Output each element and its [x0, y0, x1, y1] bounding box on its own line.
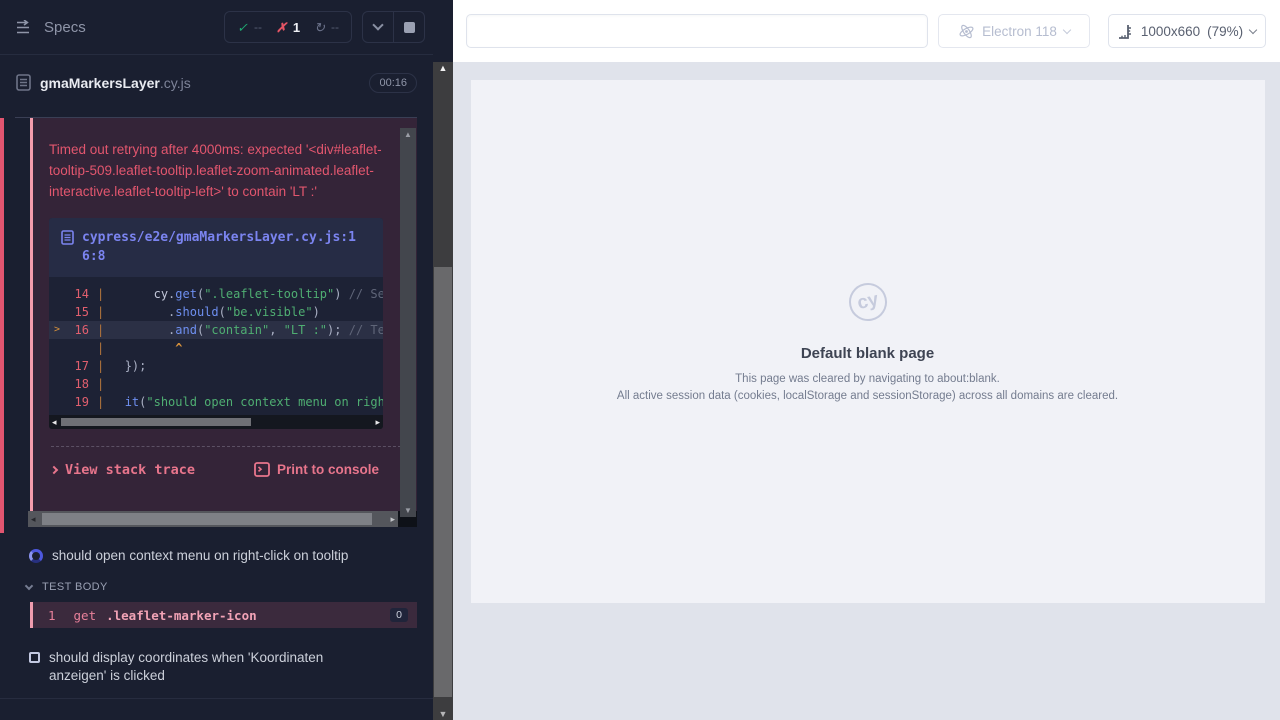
command-log-row[interactable]: 1 get .leaflet-marker-icon 0 [30, 602, 417, 628]
stat-failed: ✗ 1 [276, 20, 300, 35]
reporter-header: Specs ✓ -- ✗ 1 ↻ -- [0, 0, 433, 55]
error-hscrollbar-thumb[interactable] [42, 513, 372, 525]
url-input[interactable] [466, 14, 928, 48]
scroll-down-icon[interactable]: ▼ [400, 506, 416, 515]
divider [0, 698, 433, 699]
code-frame: cypress/e2e/gmaMarkersLayer.cy.js:16:8 1… [49, 218, 383, 429]
sidebar-scrollbar[interactable]: ▲ ▼ [433, 62, 453, 720]
code-scrollbar-thumb[interactable] [61, 418, 251, 426]
file-icon [61, 230, 74, 267]
scroll-right-icon[interactable]: ▸ [390, 511, 395, 527]
scroll-up-icon[interactable]: ▲ [433, 63, 453, 73]
error-horizontal-scrollbar[interactable]: ◂ ▸ [28, 511, 398, 527]
scroll-left-icon[interactable]: ◂ [31, 511, 36, 527]
scroll-left-icon[interactable]: ◂ [52, 415, 57, 429]
command-method: get [74, 608, 97, 623]
test-title: should display coordinates when 'Koordin… [49, 649, 379, 685]
running-spinner-icon [29, 549, 43, 563]
code-frame-header[interactable]: cypress/e2e/gmaMarkersLayer.cy.js:16:8 [49, 218, 383, 277]
test-title: should open context menu on right-click … [52, 547, 382, 565]
command-count-badge: 0 [390, 608, 408, 622]
test-row-running[interactable]: should open context menu on right-click … [0, 547, 433, 565]
restart-icon: ↻ [314, 21, 325, 34]
code-frame-file-link[interactable]: cypress/e2e/gmaMarkersLayer.cy.js:16:8 [82, 228, 371, 267]
chevron-down-icon [1249, 25, 1257, 33]
error-actions: View stack trace Print to console [49, 447, 403, 478]
test-stats: ✓ -- ✗ 1 ↻ -- [224, 11, 352, 43]
chevron-down-icon [372, 19, 383, 30]
scroll-down-icon[interactable]: ▼ [433, 709, 453, 719]
browser-select-button[interactable]: Electron 118 [938, 14, 1090, 48]
spec-file-icon [16, 74, 31, 91]
browser-pane: Electron 118 1000x660 (79%) cy Default b… [453, 0, 1280, 720]
test-row-pending[interactable]: should display coordinates when 'Koordin… [0, 649, 433, 685]
cypress-app: Specs ✓ -- ✗ 1 ↻ -- [0, 0, 1280, 720]
check-icon: ✓ [237, 21, 248, 34]
failed-attempt-indicator [0, 118, 4, 533]
stat-pending: ↻ -- [314, 20, 339, 34]
blank-page-title: Default blank page [471, 345, 1265, 362]
code-lines: 14| cy.get(".leaflet-tooltip") // Sele15… [49, 277, 383, 415]
test-body-toggle[interactable]: TEST BODY [0, 581, 433, 593]
spec-extension: .cy.js [160, 75, 191, 91]
electron-icon [958, 23, 975, 40]
stat-passed: ✓ -- [237, 20, 262, 34]
failed-attempt-region: Timed out retrying after 4000ms: expecte… [0, 110, 433, 535]
blank-page-line1: This page was cleared by navigating to a… [471, 373, 1265, 385]
reporter-content: Specs ✓ -- ✗ 1 ↻ -- [0, 0, 433, 720]
viewport-scale-label: (79%) [1207, 24, 1243, 39]
view-stack-trace-link[interactable]: View stack trace [51, 462, 195, 478]
print-to-console-button[interactable]: Print to console [254, 462, 379, 477]
run-controls [362, 11, 425, 43]
chevron-right-icon [50, 466, 58, 474]
browser-label: Electron 118 [982, 24, 1057, 39]
code-horizontal-scrollbar[interactable]: ◂ ▸ [49, 415, 383, 429]
x-icon: ✗ [276, 21, 287, 34]
chevron-down-icon [1063, 25, 1071, 33]
error-vertical-scrollbar[interactable]: ▲ ▼ [400, 128, 416, 517]
aut-viewport: cy Default blank page This page was clea… [471, 80, 1265, 603]
spec-name: gmaMarkersLayer [40, 75, 160, 91]
spec-row[interactable]: gmaMarkersLayer.cy.js 00:16 [0, 55, 433, 110]
chevron-down-icon [25, 581, 33, 589]
terminal-icon [254, 462, 270, 477]
command-target: .leaflet-marker-icon [106, 608, 257, 623]
reporter-sidebar: Specs ✓ -- ✗ 1 ↻ -- [0, 0, 453, 720]
command-number: 1 [48, 608, 56, 623]
scroll-up-icon[interactable]: ▲ [400, 130, 416, 139]
viewport-size-label: 1000x660 [1141, 24, 1200, 39]
blank-page-line2: All active session data (cookies, localS… [471, 390, 1265, 402]
specs-list-icon[interactable] [16, 20, 34, 34]
specs-title: Specs [44, 19, 86, 36]
browser-topbar: Electron 118 1000x660 (79%) [453, 0, 1280, 62]
ruler-icon [1118, 24, 1134, 39]
stop-run-button[interactable] [394, 12, 424, 42]
spec-duration-badge: 00:16 [369, 73, 417, 93]
test-body-label: TEST BODY [42, 581, 108, 593]
error-message: Timed out retrying after 4000ms: expecte… [49, 140, 389, 203]
cypress-logo: cy [845, 279, 890, 324]
stop-icon [404, 22, 415, 33]
sidebar-scrollbar-thumb[interactable] [434, 267, 452, 697]
collapse-all-button[interactable] [363, 12, 393, 42]
error-panel: Timed out retrying after 4000ms: expecte… [30, 118, 417, 520]
pending-square-icon [29, 652, 40, 663]
viewport-size-button[interactable]: 1000x660 (79%) [1108, 14, 1266, 48]
viewport-stage: cy Default blank page This page was clea… [453, 62, 1280, 720]
scroll-right-icon[interactable]: ▸ [375, 415, 380, 429]
